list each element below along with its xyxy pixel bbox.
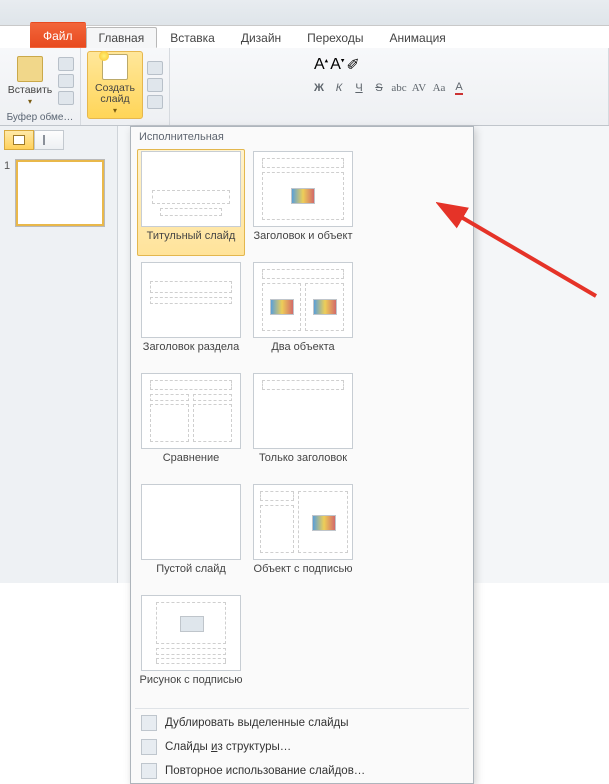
layout-label: Рисунок с подписью (139, 674, 243, 698)
layout-label: Объект с подписью (251, 563, 355, 587)
slides-from-outline[interactable]: Слайды из структуры… (131, 735, 473, 759)
layout-blank[interactable]: Пустой слайд (137, 482, 245, 589)
new-slide-icon (102, 54, 128, 80)
layout-two-content[interactable]: Два объекта (249, 260, 357, 367)
tab-animation[interactable]: Анимация (376, 27, 458, 48)
chevron-down-icon: ▾ (28, 96, 32, 107)
slides-from-outline-icon (141, 739, 157, 755)
text-shadow-button[interactable]: abc (390, 79, 408, 97)
tab-design[interactable]: Дизайн (228, 27, 294, 48)
slide-thumb-preview (16, 160, 104, 226)
outline-view-toggle[interactable] (34, 130, 64, 150)
chevron-down-icon: ▾ (113, 105, 117, 116)
slide-panel: 1 (0, 126, 118, 583)
layout-label: Титульный слайд (139, 230, 243, 254)
outline-view-icon (43, 135, 55, 145)
layout-label: Только заголовок (251, 452, 355, 476)
menu-item-label: Повторное использование слайдов… (165, 765, 365, 777)
reuse-slides-icon (141, 763, 157, 779)
layout-comparison[interactable]: Сравнение (137, 371, 245, 478)
italic-button[interactable]: К (330, 79, 348, 97)
layout-picture-caption[interactable]: Рисунок с подписью (137, 593, 245, 700)
menu-item-label: Дублировать выделенные слайды (165, 717, 349, 729)
tab-home[interactable]: Главная (86, 27, 158, 48)
reset-icon[interactable] (147, 78, 163, 92)
menu-item-label: Слайды из структуры… (165, 741, 291, 753)
duplicate-selected-slides[interactable]: Дублировать выделенные слайды (131, 711, 473, 735)
layout-label: Два объекта (251, 341, 355, 365)
layout-label: Сравнение (139, 452, 243, 476)
layout-title-slide[interactable]: Титульный слайд (137, 149, 245, 256)
grow-font-button[interactable]: A▴ (314, 56, 328, 74)
slides-view-icon (13, 135, 25, 145)
new-slide-button[interactable]: Создать слайд ▾ (87, 51, 143, 119)
ribbon-tabs: Файл Главная Вставка Дизайн Переходы Ани… (0, 26, 609, 48)
reuse-slides[interactable]: Повторное использование слайдов… (131, 759, 473, 783)
layout-label: Заголовок и объект (251, 230, 355, 254)
font-group-label (388, 111, 391, 124)
layout-label: Пустой слайд (139, 563, 243, 587)
normal-view-toggle[interactable] (4, 130, 34, 150)
format-painter-icon[interactable] (58, 91, 74, 105)
cut-icon[interactable] (58, 57, 74, 71)
tab-file[interactable]: Файл (30, 22, 86, 48)
clipboard-group: Вставить ▾ Буфер обме… (0, 48, 81, 125)
strikethrough-button[interactable]: S (370, 79, 388, 97)
slide-thumbnail-1[interactable]: 1 (0, 154, 117, 232)
layout-title-and-content[interactable]: Заголовок и объект (249, 149, 357, 256)
font-color-button[interactable]: A (450, 79, 468, 97)
clipboard-icon (17, 56, 43, 82)
layout-label: Заголовок раздела (139, 341, 243, 365)
new-slide-label: Создать слайд (90, 83, 140, 105)
layout-title-only[interactable]: Только заголовок (249, 371, 357, 478)
layout-content-caption[interactable]: Объект с подписью (249, 482, 357, 589)
clipboard-group-label: Буфер обме… (7, 111, 74, 124)
tab-insert[interactable]: Вставка (157, 27, 228, 48)
gallery-theme-header: Исполнительная (131, 127, 473, 145)
bold-button[interactable]: Ж (310, 79, 328, 97)
char-spacing-button[interactable]: AV (410, 79, 428, 97)
slide-number: 1 (4, 160, 16, 226)
slides-group: Создать слайд ▾ (81, 48, 170, 125)
section-icon[interactable] (147, 95, 163, 109)
layout-icon[interactable] (147, 61, 163, 75)
paste-button[interactable]: Вставить ▾ (6, 54, 54, 109)
tab-transitions[interactable]: Переходы (294, 27, 376, 48)
new-slide-gallery: Исполнительная Титульный слайд Заголовок … (130, 126, 474, 784)
title-bar (0, 0, 609, 26)
ribbon: Вставить ▾ Буфер обме… Создать слайд ▾ (0, 48, 609, 126)
separator (135, 708, 469, 709)
font-group: A▴ A▾ ✐ Ж К Ч S abc AV Aa A (170, 48, 609, 125)
copy-icon[interactable] (58, 74, 74, 88)
paste-label: Вставить (8, 85, 53, 96)
clear-formatting-icon[interactable]: ✐ (346, 55, 359, 75)
shrink-font-button[interactable]: A▾ (330, 56, 344, 74)
change-case-button[interactable]: Aa (430, 79, 448, 97)
duplicate-selected-slides-icon (141, 715, 157, 731)
layout-section-header[interactable]: Заголовок раздела (137, 260, 245, 367)
underline-button[interactable]: Ч (350, 79, 368, 97)
